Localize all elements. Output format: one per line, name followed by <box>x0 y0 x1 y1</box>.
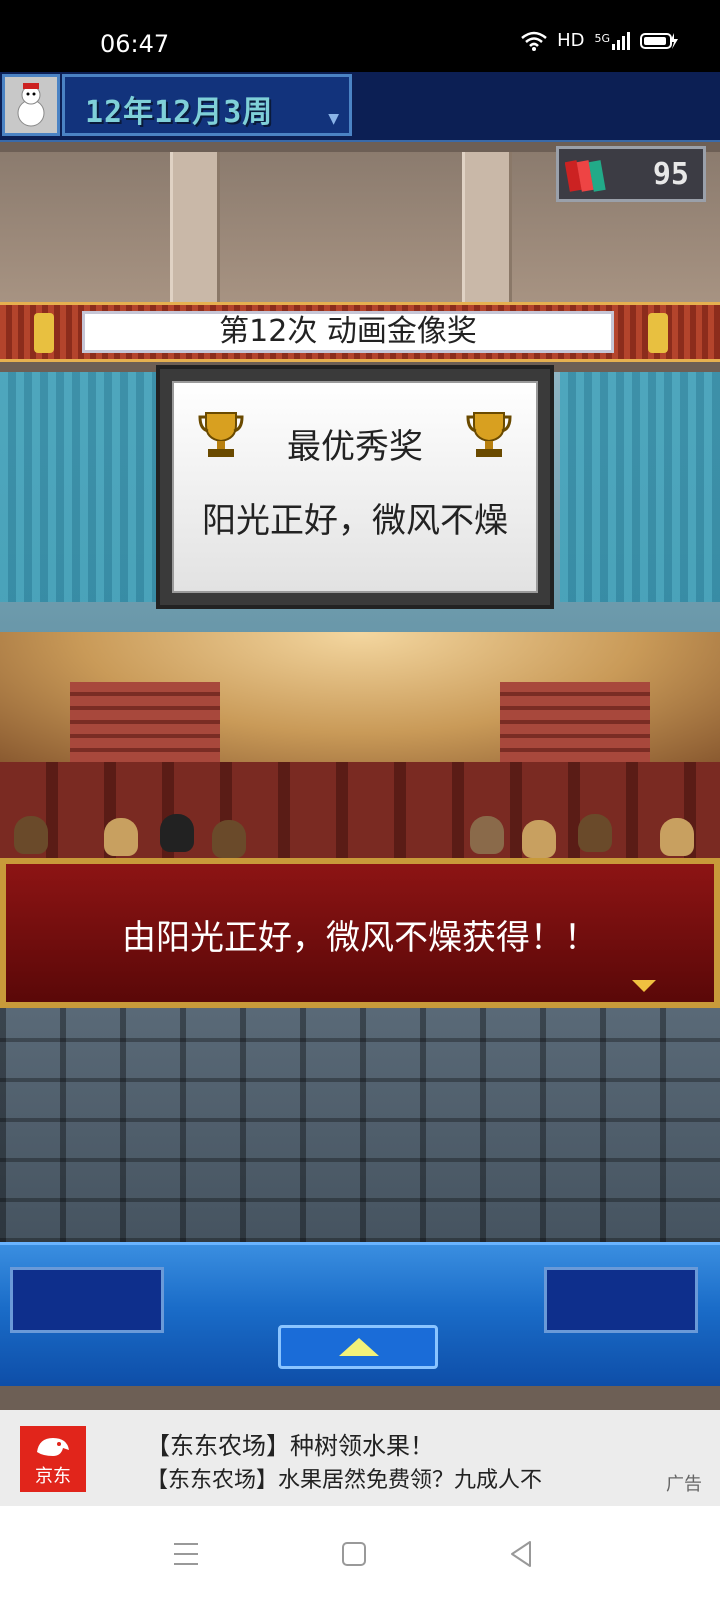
award-screen: 最优秀奖 阳光正好，微风不燥 <box>156 365 554 609</box>
pillar <box>170 152 220 302</box>
left-stairs <box>70 682 220 762</box>
ad-subline: 【东东农场】水果居然免费领？九成人不 <box>146 1468 543 1493</box>
audience-member <box>212 820 246 858</box>
status-time: 06:47 <box>100 30 170 58</box>
right-menu-button[interactable] <box>544 1267 698 1333</box>
research-counter[interactable]: 95 <box>556 146 706 202</box>
book-stack-icon <box>565 160 606 192</box>
date-display[interactable]: 12年12月3周 ▼ <box>62 74 352 136</box>
network-label: HD <box>557 30 585 51</box>
game-scene[interactable]: 12年12月3周 ▼ 95 第12次 动画金像奖 最优秀奖 阳光正好，微风不燥 … <box>0 72 720 1410</box>
ad-banner[interactable]: 京东 【东东农场】种树领水果！ 【东东农场】水果居然免费领？九成人不 广告 <box>0 1410 720 1506</box>
banner-title: 第12次 动画金像奖 <box>219 314 477 349</box>
award-winner: 阳光正好，微风不燥 <box>202 501 508 541</box>
award-banner: 第12次 动画金像奖 <box>0 302 720 362</box>
right-curtain <box>560 372 720 602</box>
dropdown-arrow-icon: ▼ <box>328 111 339 127</box>
expand-menu-button[interactable] <box>278 1325 438 1369</box>
control-bar <box>0 1242 720 1386</box>
dialog-text: 由阳光正好，微风不燥获得！！ <box>122 918 598 958</box>
dog-mascot-icon <box>37 1438 69 1456</box>
status-bar: 06:47 HD 5G <box>0 0 720 72</box>
counter-value: 95 <box>652 157 689 192</box>
audience-member <box>104 818 138 856</box>
menu-icon[interactable] <box>166 1534 206 1574</box>
up-arrow-icon <box>339 1338 379 1356</box>
signal-label: 5G <box>594 31 610 45</box>
wifi-icon <box>521 31 547 51</box>
date-text: 12年12月3周 <box>85 95 274 130</box>
audience-member <box>660 818 694 856</box>
battery-icon <box>640 32 678 49</box>
audience-member <box>522 820 556 858</box>
left-menu-button[interactable] <box>10 1267 164 1333</box>
back-icon[interactable] <box>502 1534 542 1574</box>
ad-brand: 京东 <box>35 1466 71 1487</box>
right-stairs <box>500 682 650 762</box>
message-dialog[interactable]: 由阳光正好，微风不燥获得！！ <box>0 858 720 1008</box>
pillar <box>462 152 512 302</box>
signal-icon: 5G <box>594 31 630 50</box>
banner-label: 第12次 动画金像奖 <box>82 311 614 353</box>
status-icons: HD 5G <box>521 30 680 51</box>
audience-member <box>578 814 612 852</box>
jd-logo: 京东 <box>20 1426 86 1492</box>
ad-headline: 【东东农场】种树领水果！ <box>146 1432 434 1460</box>
lamp-icon <box>34 313 54 353</box>
lamp-icon <box>648 313 668 353</box>
continue-arrow-icon <box>632 980 656 992</box>
snowman-icon <box>17 83 45 127</box>
audience-member <box>160 814 194 852</box>
season-button[interactable] <box>2 74 60 136</box>
award-panel: 最优秀奖 阳光正好，微风不燥 <box>172 381 538 593</box>
trophy-icon <box>466 412 512 457</box>
left-curtain <box>0 372 160 602</box>
navigation-bar <box>0 1506 720 1600</box>
home-icon[interactable] <box>334 1534 374 1574</box>
ad-label: 广告 <box>666 1474 702 1495</box>
top-bar: 12年12月3周 ▼ <box>0 72 720 142</box>
audience-member <box>470 816 504 854</box>
audience-member <box>14 816 48 854</box>
